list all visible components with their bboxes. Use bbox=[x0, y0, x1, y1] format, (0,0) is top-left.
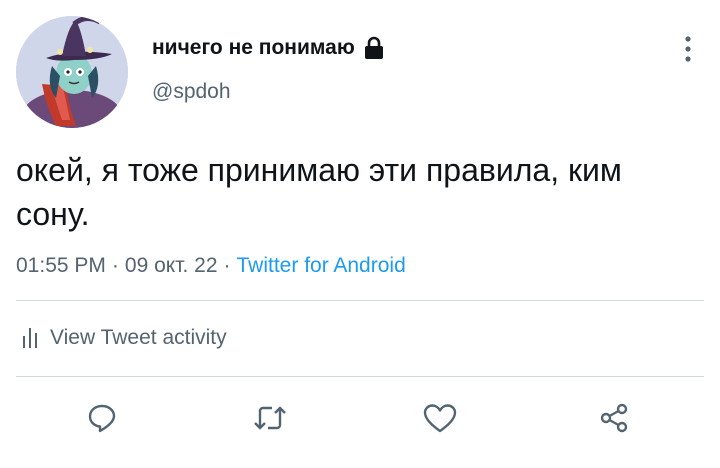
like-button[interactable] bbox=[418, 396, 462, 440]
share-button[interactable] bbox=[592, 396, 636, 440]
avatar-image bbox=[16, 16, 128, 128]
more-vertical-icon bbox=[685, 36, 691, 62]
author-handle[interactable]: @spdoh bbox=[152, 80, 231, 104]
retweet-icon bbox=[254, 406, 286, 430]
view-tweet-activity-button[interactable]: View Tweet activity bbox=[22, 326, 227, 350]
tweet: ничего не понимаю @spdoh окей, я тоже пр… bbox=[0, 0, 720, 468]
share-icon bbox=[600, 403, 628, 433]
retweet-button[interactable] bbox=[248, 396, 292, 440]
divider bbox=[16, 376, 704, 377]
view-tweet-activity-label: View Tweet activity bbox=[50, 326, 227, 349]
lock-icon bbox=[363, 36, 385, 60]
reply-icon bbox=[88, 404, 116, 433]
tweet-time: 01:55 PM bbox=[16, 254, 106, 277]
tweet-meta: 01:55 PM · 09 окт. 22 · Twitter for Android bbox=[16, 254, 406, 278]
action-bar bbox=[0, 396, 720, 440]
meta-separator: · bbox=[223, 254, 231, 277]
meta-separator: · bbox=[111, 254, 119, 277]
display-name[interactable]: ничего не понимаю bbox=[152, 36, 355, 60]
tweet-text: окей, я тоже принимаю эти правила, ким с… bbox=[16, 152, 622, 232]
reply-button[interactable] bbox=[80, 396, 124, 440]
bar-chart-icon bbox=[23, 328, 37, 348]
heart-icon bbox=[423, 404, 457, 433]
divider bbox=[16, 300, 704, 301]
tweet-source-link[interactable]: Twitter for Android bbox=[237, 254, 406, 277]
author-name-row: ничего не понимаю bbox=[152, 36, 385, 60]
more-options-button[interactable] bbox=[676, 34, 700, 66]
tweet-date: 09 окт. 22 bbox=[124, 254, 218, 277]
avatar[interactable] bbox=[16, 16, 128, 128]
